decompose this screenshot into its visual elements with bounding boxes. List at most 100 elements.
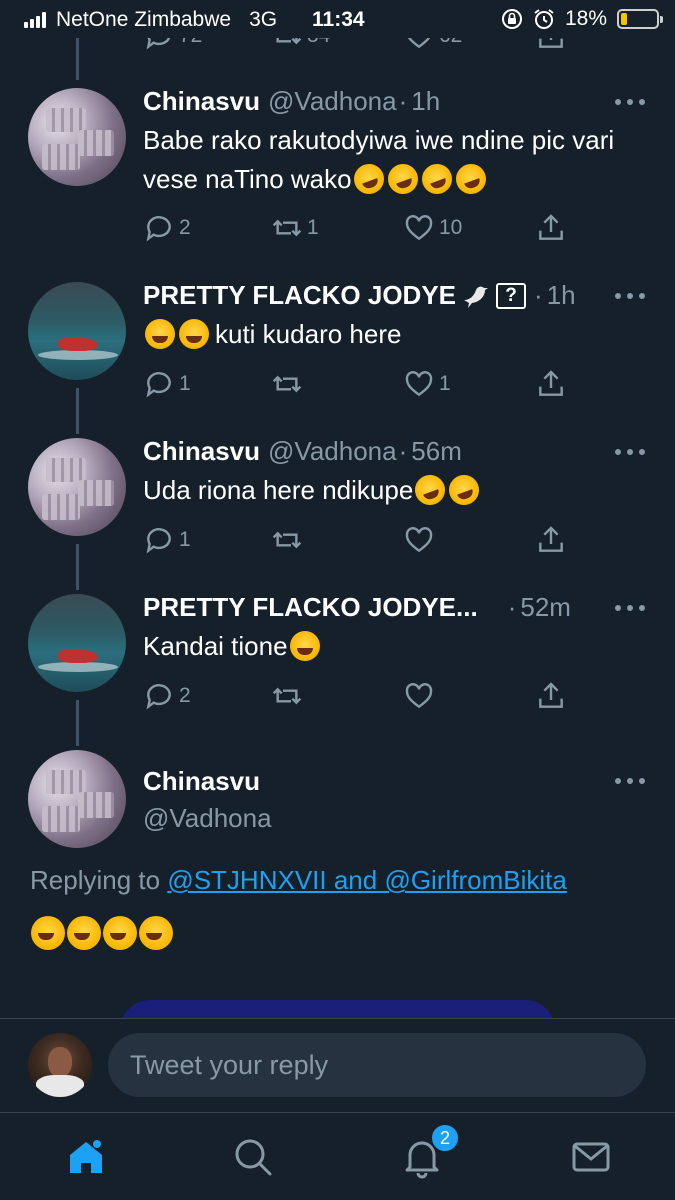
retweet-icon bbox=[272, 687, 302, 705]
dove-icon bbox=[464, 286, 489, 308]
thread-connector bbox=[76, 544, 79, 590]
status-bar: NetOne Zimbabwe 3G 11:34 18% bbox=[0, 0, 675, 38]
messages-icon bbox=[572, 1142, 610, 1172]
like-button[interactable]: 10 bbox=[403, 210, 462, 246]
like-button[interactable]: 1 bbox=[403, 366, 451, 402]
reply-count: 1 bbox=[179, 372, 191, 395]
more-options-icon[interactable] bbox=[615, 778, 645, 786]
signal-icon bbox=[24, 12, 46, 28]
rofl-emoji bbox=[411, 470, 450, 510]
tweet-header: Chinasvu @Vadhona · 1h bbox=[143, 86, 440, 117]
tab-home[interactable] bbox=[64, 1135, 108, 1179]
reply-icon bbox=[146, 372, 171, 398]
handle[interactable]: @Vadhona bbox=[268, 436, 397, 467]
retweet-button[interactable]: 1 bbox=[271, 210, 319, 246]
avatar[interactable] bbox=[28, 750, 126, 848]
battery-fill bbox=[621, 13, 628, 25]
network-label: 3G bbox=[249, 8, 278, 31]
retweet-icon bbox=[272, 531, 302, 549]
more-options-icon[interactable] bbox=[615, 449, 645, 457]
handle[interactable]: @Vadhona bbox=[143, 803, 272, 834]
laughing-emoji bbox=[103, 916, 137, 950]
like-count: 1 bbox=[439, 372, 451, 395]
tweet-text-body: Kandai tione bbox=[143, 631, 288, 661]
tweet-text bbox=[30, 916, 174, 951]
share-button[interactable] bbox=[535, 522, 567, 558]
tab-messages[interactable] bbox=[569, 1135, 613, 1179]
timestamp: 52m bbox=[520, 592, 571, 622]
handle[interactable]: @Vadhona bbox=[268, 86, 397, 117]
reply-count: 2 bbox=[179, 684, 191, 707]
battery-icon bbox=[617, 9, 663, 29]
status-left: NetOne Zimbabwe 3G bbox=[24, 8, 277, 32]
reply-button[interactable]: 1 bbox=[143, 366, 191, 402]
tweet-text: Babe rako rakutodyiwa iwe ndine pic vari… bbox=[143, 121, 643, 199]
retweet-count: 1 bbox=[307, 216, 319, 239]
display-name[interactable]: Chinasvu bbox=[143, 766, 260, 797]
timestamp: 1h bbox=[411, 86, 441, 116]
tab-search[interactable] bbox=[231, 1135, 275, 1179]
reply-count: 1 bbox=[179, 528, 191, 551]
replying-to-line: Replying to @STJHNXVII and @GirlfromBiki… bbox=[30, 865, 567, 896]
thread-connector bbox=[76, 700, 79, 746]
share-button[interactable] bbox=[535, 678, 567, 714]
share-icon bbox=[539, 214, 563, 240]
display-name[interactable]: PRETTY FLACKO JODYE... bbox=[143, 592, 478, 623]
reply-button[interactable]: 2 bbox=[143, 210, 191, 246]
timestamp: 56m bbox=[411, 436, 462, 466]
avatar[interactable] bbox=[28, 282, 126, 380]
separator-dot: · bbox=[398, 86, 408, 116]
retweet-button[interactable] bbox=[271, 366, 307, 402]
bottom-tab-bar: 2 bbox=[0, 1112, 675, 1200]
display-name[interactable]: Chinasvu bbox=[143, 436, 260, 467]
heart-icon bbox=[405, 683, 433, 709]
tweet-text: kuti kudaro here bbox=[143, 315, 643, 354]
display-name[interactable]: Chinasvu bbox=[143, 86, 260, 117]
replying-prefix: Replying to bbox=[30, 865, 161, 895]
separator-dot: · bbox=[398, 436, 408, 466]
tweet-actions: 2 bbox=[143, 678, 563, 714]
replying-to-link[interactable]: @STJHNXVII and @GirlfromBikita bbox=[167, 865, 567, 895]
tweet-text-body: Uda riona here ndikupe bbox=[143, 475, 414, 505]
display-name[interactable]: PRETTY FLACKO JODYE bbox=[143, 280, 456, 311]
share-icon bbox=[539, 370, 563, 396]
avatar[interactable] bbox=[28, 88, 126, 186]
laughing-emoji bbox=[145, 319, 175, 349]
reply-button[interactable]: 1 bbox=[143, 522, 191, 558]
retweet-icon bbox=[272, 219, 302, 237]
rofl-emoji bbox=[417, 159, 456, 199]
retweet-button[interactable] bbox=[271, 678, 307, 714]
more-options-icon[interactable] bbox=[615, 99, 645, 107]
thread-connector bbox=[76, 388, 79, 434]
reply-button[interactable]: 2 bbox=[143, 678, 191, 714]
heart-icon bbox=[405, 215, 433, 241]
like-count: 10 bbox=[439, 216, 463, 239]
separator-dot: · bbox=[534, 280, 543, 310]
share-icon bbox=[539, 682, 563, 708]
tweet-actions: 1 bbox=[143, 522, 563, 558]
retweet-button[interactable] bbox=[271, 522, 307, 558]
tweet-header: PRETTY FLACKO JODYE... · 52m bbox=[143, 592, 571, 623]
like-button[interactable] bbox=[403, 522, 439, 558]
reply-icon bbox=[146, 528, 171, 554]
carrier-label: NetOne Zimbabwe bbox=[56, 8, 232, 31]
avatar[interactable] bbox=[28, 594, 126, 692]
more-options-icon[interactable] bbox=[615, 293, 645, 301]
reply-icon bbox=[146, 216, 171, 242]
rofl-emoji bbox=[451, 159, 490, 199]
like-button[interactable] bbox=[403, 678, 439, 714]
heart-icon bbox=[405, 527, 433, 553]
status-right: 18% bbox=[501, 7, 663, 31]
reply-input[interactable] bbox=[108, 1033, 646, 1097]
laughing-emoji bbox=[139, 916, 173, 950]
share-button[interactable] bbox=[535, 210, 567, 246]
separator-dot: · bbox=[507, 592, 517, 622]
more-options-icon[interactable] bbox=[615, 605, 645, 613]
avatar[interactable] bbox=[28, 438, 126, 536]
share-button[interactable] bbox=[535, 366, 567, 402]
battery-percent: 18% bbox=[564, 7, 607, 30]
rofl-emoji bbox=[383, 159, 422, 199]
laughing-emoji bbox=[67, 916, 101, 950]
user-avatar[interactable] bbox=[28, 1033, 92, 1097]
rofl-emoji bbox=[349, 159, 388, 199]
